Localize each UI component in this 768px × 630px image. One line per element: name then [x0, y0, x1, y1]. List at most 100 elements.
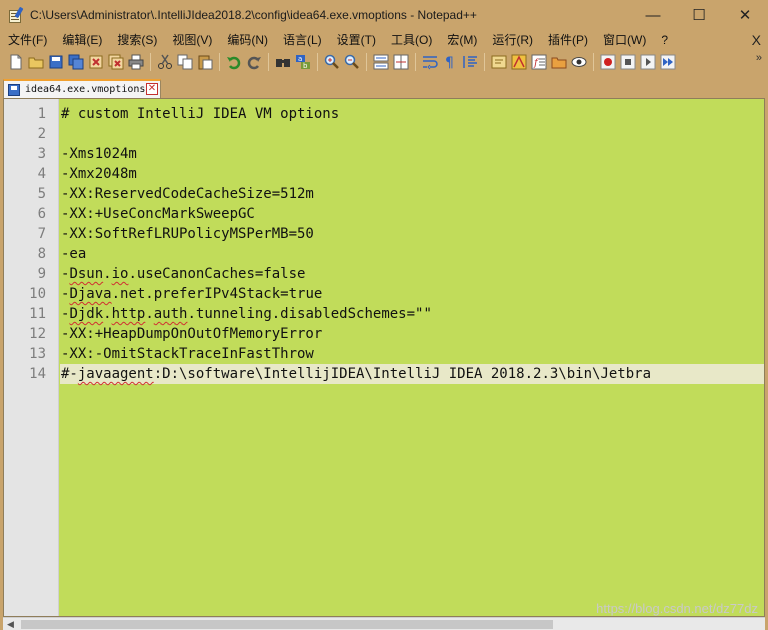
toolbar-separator — [366, 53, 367, 71]
toolbar-separator — [150, 53, 151, 71]
close-document-button[interactable]: X — [752, 30, 761, 50]
menu-encoding[interactable]: 编码(N) — [219, 30, 275, 50]
menu-edit[interactable]: 编辑(E) — [54, 30, 109, 50]
document-map-icon[interactable] — [511, 54, 527, 70]
zoom-out-icon[interactable] — [344, 54, 360, 70]
line-text: -XX:ReservedCodeCacheSize=512m — [61, 186, 314, 202]
line-number: 2 — [37, 126, 46, 142]
record-macro-icon[interactable] — [600, 54, 616, 70]
line-text: -XX:+HeapDumpOnOutOfMemoryError — [61, 326, 323, 342]
close-icon[interactable] — [88, 54, 104, 70]
toolbar: ab ¶ f — [0, 50, 768, 74]
line-number: 10 — [29, 286, 46, 302]
text-editor[interactable]: 1 # custom IntelliJ IDEA VM options 2 3 -X… — [3, 98, 765, 617]
saved-document-icon — [8, 83, 20, 96]
menu-run[interactable]: 运行(R) — [484, 30, 540, 50]
scrollbar-thumb[interactable] — [21, 620, 553, 629]
svg-text:a: a — [298, 55, 302, 63]
editor-line: 3 -Xms1024m — [4, 144, 764, 164]
spellcheck-underline: Dsun — [69, 266, 104, 282]
sync-vertical-icon[interactable] — [373, 54, 389, 70]
line-text: -Djava.net.preferIPv4Stack=true — [61, 286, 323, 302]
tab-close-button[interactable]: ✕ — [146, 83, 158, 95]
line-text: -XX:SoftRefLRUPolicyMSPerMB=50 — [61, 226, 314, 242]
user-language-icon[interactable] — [491, 54, 507, 70]
print-icon[interactable] — [128, 54, 144, 70]
menu-macro[interactable]: 宏(M) — [439, 30, 484, 50]
spellcheck-underline: auth — [153, 306, 188, 322]
close-window-button[interactable]: ✕ — [722, 0, 768, 30]
editor-lines: 1 # custom IntelliJ IDEA VM options 2 3 -X… — [4, 104, 764, 384]
line-number: 4 — [37, 166, 46, 182]
new-file-icon[interactable] — [8, 54, 24, 70]
menu-search[interactable]: 搜索(S) — [109, 30, 164, 50]
folder-workspace-icon[interactable] — [551, 54, 567, 70]
menu-settings[interactable]: 设置(T) — [329, 30, 383, 50]
zoom-in-icon[interactable] — [324, 54, 340, 70]
play-macro-icon[interactable] — [640, 54, 656, 70]
line-number: 11 — [29, 306, 46, 322]
editor-line: 13 -XX:-OmitStackTraceInFastThrow — [4, 344, 764, 364]
tab-idea64-vmoptions[interactable]: idea64.exe.vmoptions ✕ — [3, 79, 161, 98]
menu-tools[interactable]: 工具(O) — [383, 30, 439, 50]
word-wrap-icon[interactable] — [422, 54, 438, 70]
paste-icon[interactable] — [197, 54, 213, 70]
open-file-icon[interactable] — [28, 54, 44, 70]
scroll-left-arrow[interactable]: ◀ — [7, 619, 14, 630]
line-text: -XX:-OmitStackTraceInFastThrow — [61, 346, 314, 362]
line-number: 1 — [37, 106, 46, 122]
sync-horizontal-icon[interactable] — [393, 54, 409, 70]
menu-file[interactable]: 文件(F) — [0, 30, 54, 50]
editor-line: 11 -Djdk.http.auth.tunneling.disabledSche… — [4, 304, 764, 324]
save-all-icon[interactable] — [68, 54, 84, 70]
monitoring-icon[interactable] — [571, 54, 587, 70]
cut-icon[interactable] — [157, 54, 173, 70]
menu-plugins[interactable]: 插件(P) — [540, 30, 595, 50]
show-all-chars-icon[interactable]: ¶ — [442, 54, 458, 71]
undo-icon[interactable] — [226, 54, 242, 70]
tab-bar: idea64.exe.vmoptions ✕ — [0, 74, 768, 98]
toolbar-separator — [415, 53, 416, 71]
copy-icon[interactable] — [177, 54, 193, 70]
editor-line: 5 -XX:ReservedCodeCacheSize=512m — [4, 184, 764, 204]
line-number: 7 — [37, 226, 46, 242]
menu-language[interactable]: 语言(L) — [275, 30, 329, 50]
tab-label: idea64.exe.vmoptions — [25, 84, 146, 95]
editor-line: 2 — [4, 124, 764, 144]
menu-view[interactable]: 视图(V) — [164, 30, 219, 50]
line-text: -ea — [61, 246, 87, 262]
indent-guide-icon[interactable] — [462, 54, 478, 70]
save-icon[interactable] — [48, 54, 64, 70]
notepadplusplus-app-icon — [8, 6, 24, 23]
line-number: 14 — [29, 366, 46, 382]
editor-line: 12 -XX:+HeapDumpOnOutOfMemoryError — [4, 324, 764, 344]
toolbar-separator — [484, 53, 485, 71]
menu-window[interactable]: 窗口(W) — [595, 30, 653, 50]
editor-line: 10 -Djava.net.preferIPv4Stack=true — [4, 284, 764, 304]
line-number: 5 — [37, 186, 46, 202]
function-list-icon[interactable]: f — [531, 54, 547, 70]
svg-text:b: b — [303, 62, 308, 70]
maximize-button[interactable]: ☐ — [676, 0, 722, 30]
find-icon[interactable] — [275, 54, 291, 70]
line-number: 9 — [37, 266, 46, 282]
line-number: 8 — [37, 246, 46, 262]
minimize-button[interactable]: — — [630, 0, 676, 30]
run-macro-multiple-icon[interactable] — [660, 54, 676, 70]
line-number: 12 — [29, 326, 46, 342]
line-number: 6 — [37, 206, 46, 222]
close-all-icon[interactable] — [108, 54, 124, 70]
horizontal-scrollbar[interactable]: ◀ — [3, 617, 765, 630]
stop-macro-icon[interactable] — [620, 54, 636, 70]
line-text: # custom IntelliJ IDEA VM options — [61, 106, 340, 122]
editor-line: 9 -Dsun.io.useCanonCaches=false — [4, 264, 764, 284]
menu-help[interactable]: ? — [653, 30, 675, 50]
redo-icon[interactable] — [246, 54, 262, 70]
editor-line-current: 14 #-javaagent:D:\software\IntellijIDEA\I… — [4, 364, 764, 384]
editor-line: 6 -XX:+UseConcMarkSweepGC — [4, 204, 764, 224]
watermark: https://blog.csdn.net/dz77dz — [596, 601, 758, 616]
replace-icon[interactable]: ab — [295, 54, 311, 70]
toolbar-overflow-chevron[interactable]: » — [756, 52, 762, 64]
line-text: #-javaagent:D:\software\IntellijIDEA\Int… — [61, 366, 652, 382]
line-text: -Dsun.io.useCanonCaches=false — [61, 266, 306, 282]
